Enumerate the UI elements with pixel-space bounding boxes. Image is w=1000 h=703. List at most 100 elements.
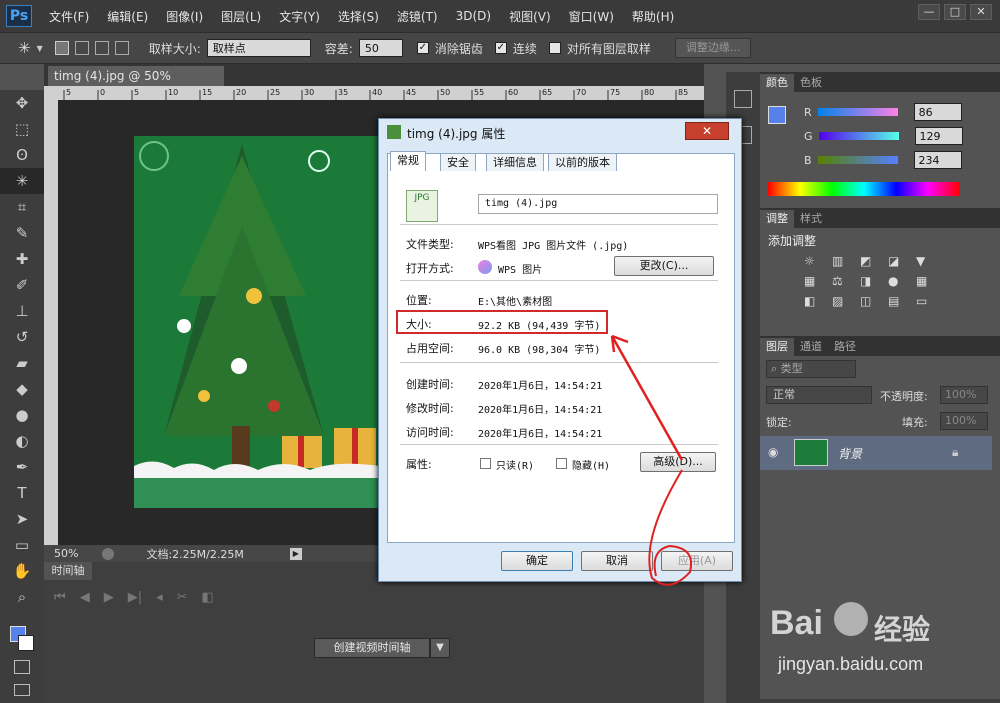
menu-view[interactable]: 视图(V) [500, 8, 560, 25]
selective-color-icon[interactable]: ▭ [916, 294, 938, 308]
tab-layers[interactable]: 图层 [760, 338, 794, 356]
shape-tool-icon[interactable]: ▭ [0, 532, 44, 558]
prev-frame-icon[interactable]: ◀ [80, 590, 90, 605]
menu-3d[interactable]: 3D(D) [447, 9, 500, 23]
close-window-button[interactable]: ✕ [970, 4, 992, 20]
audio-icon[interactable]: ◂ [156, 590, 163, 605]
gradient-map-icon[interactable]: ▤ [888, 294, 910, 308]
opacity-input[interactable]: 100% [940, 386, 988, 404]
play-icon[interactable]: ▶ [104, 590, 114, 605]
layer-filter-select[interactable]: ⌕ 类型 [766, 360, 856, 378]
posterize-icon[interactable]: ▨ [832, 294, 854, 308]
menu-file[interactable]: 文件(F) [40, 8, 98, 25]
green-slider[interactable] [818, 132, 899, 140]
add-selection-icon[interactable] [74, 41, 89, 55]
magic-wand-icon[interactable]: ✳ [18, 39, 31, 57]
layer-row-background[interactable]: ◉ 背景 🔒︎ [760, 436, 992, 470]
maximize-button[interactable]: □ [944, 4, 966, 20]
paint-bucket-icon[interactable]: ◆ [0, 376, 44, 402]
tab-adjustments[interactable]: 调整 [760, 210, 794, 228]
color-balance-icon[interactable]: ⚖ [832, 274, 854, 288]
hidden-checkbox-box[interactable] [556, 458, 567, 469]
type-tool-icon[interactable]: T [0, 480, 44, 506]
next-frame-icon[interactable]: ▶| [128, 590, 142, 605]
quick-mask-icon[interactable] [14, 660, 30, 674]
tab-channels[interactable]: 通道 [794, 338, 828, 356]
dodge-tool-icon[interactable]: ◐ [0, 428, 44, 454]
magic-wand-tool-icon[interactable]: ✳ [0, 168, 44, 194]
green-value-input[interactable]: 129 [914, 127, 963, 145]
tool-preset-dropdown-icon[interactable]: ▼ [37, 44, 43, 53]
channel-mixer-icon[interactable]: ▦ [916, 274, 938, 288]
first-frame-icon[interactable]: ⏮ [54, 590, 66, 605]
tab-security[interactable]: 安全 [440, 153, 476, 171]
pen-tool-icon[interactable]: ✒ [0, 454, 44, 480]
red-value-input[interactable]: 86 [913, 103, 962, 121]
hidden-checkbox[interactable] [556, 456, 567, 470]
stamp-tool-icon[interactable]: ⊥ [0, 298, 44, 324]
zoom-tool-icon[interactable]: ⌕ [0, 584, 44, 610]
tab-swatches[interactable]: 色板 [794, 74, 828, 92]
split-icon[interactable]: ✂ [177, 590, 188, 605]
hand-tool-icon[interactable]: ✋ [0, 558, 44, 584]
minimize-button[interactable]: — [918, 4, 940, 20]
blur-tool-icon[interactable]: ● [0, 402, 44, 428]
curves-icon[interactable]: ◩ [860, 254, 882, 268]
eyedropper-tool-icon[interactable]: ✎ [0, 220, 44, 246]
dialog-close-button[interactable]: ✕ [685, 122, 729, 140]
tab-details[interactable]: 详细信息 [486, 153, 544, 171]
tolerance-input[interactable]: 50 [358, 39, 403, 57]
menu-window[interactable]: 窗口(W) [560, 8, 623, 25]
red-slider[interactable] [817, 108, 898, 116]
blend-mode-select[interactable]: 正常 [766, 386, 872, 404]
invert-icon[interactable]: ◧ [804, 294, 826, 308]
photo-filter-icon[interactable]: ● [888, 274, 910, 288]
filename-input[interactable]: timg (4).jpg [478, 194, 718, 214]
contiguous-checkbox[interactable]: ✓ [494, 42, 507, 54]
tab-styles[interactable]: 样式 [794, 210, 828, 228]
history-panel-icon[interactable] [734, 90, 752, 108]
tab-general[interactable]: 常规 [390, 151, 426, 171]
menu-help[interactable]: 帮助(H) [623, 8, 683, 25]
healing-tool-icon[interactable]: ✚ [0, 246, 44, 272]
readonly-checkbox[interactable] [480, 456, 491, 470]
threshold-icon[interactable]: ◫ [860, 294, 882, 308]
tab-previous-versions[interactable]: 以前的版本 [548, 153, 617, 171]
brush-tool-icon[interactable]: ✐ [0, 272, 44, 298]
black-white-icon[interactable]: ◨ [860, 274, 882, 288]
layer-name[interactable]: 背景 [838, 445, 862, 462]
menu-type[interactable]: 文字(Y) [270, 8, 329, 25]
spectrum-bar[interactable] [768, 182, 960, 196]
menu-edit[interactable]: 编辑(E) [98, 8, 157, 25]
refine-edge-button[interactable]: 调整边缘... [674, 38, 752, 58]
menu-image[interactable]: 图像(I) [157, 8, 212, 25]
path-select-icon[interactable]: ➤ [0, 506, 44, 532]
create-video-timeline-button[interactable]: 创建视频时间轴 [314, 638, 430, 658]
tab-paths[interactable]: 路径 [828, 338, 862, 356]
brightness-icon[interactable]: ☼ [804, 254, 826, 268]
levels-icon[interactable]: ▥ [832, 254, 854, 268]
blue-value-input[interactable]: 234 [913, 151, 962, 169]
subtract-selection-icon[interactable] [94, 41, 109, 55]
all-layers-checkbox[interactable] [548, 42, 561, 54]
hue-saturation-icon[interactable]: ▦ [804, 274, 826, 288]
zoom-level[interactable]: 50% [54, 547, 78, 560]
vibrance-icon[interactable]: ▼ [916, 254, 938, 268]
transition-icon[interactable]: ◧ [202, 590, 214, 605]
fill-input[interactable]: 100% [940, 412, 988, 430]
christmas-tree-image[interactable] [134, 136, 380, 508]
intersect-selection-icon[interactable] [114, 41, 129, 55]
readonly-checkbox-box[interactable] [480, 458, 491, 469]
tab-color[interactable]: 颜色 [760, 74, 794, 92]
screen-mode-icon[interactable] [14, 684, 30, 696]
history-brush-icon[interactable]: ↺ [0, 324, 44, 350]
share-icon[interactable] [102, 547, 115, 560]
antialias-checkbox[interactable]: ✓ [416, 42, 429, 54]
status-menu-arrow-icon[interactable]: ▶ [289, 547, 302, 560]
visibility-eye-icon[interactable]: ◉ [768, 445, 778, 459]
timeline-dropdown-icon[interactable]: ▼ [430, 638, 450, 658]
background-color-swatch[interactable] [18, 635, 34, 651]
eraser-tool-icon[interactable]: ▰ [0, 350, 44, 376]
menu-select[interactable]: 选择(S) [329, 8, 388, 25]
new-selection-icon[interactable] [54, 41, 69, 55]
